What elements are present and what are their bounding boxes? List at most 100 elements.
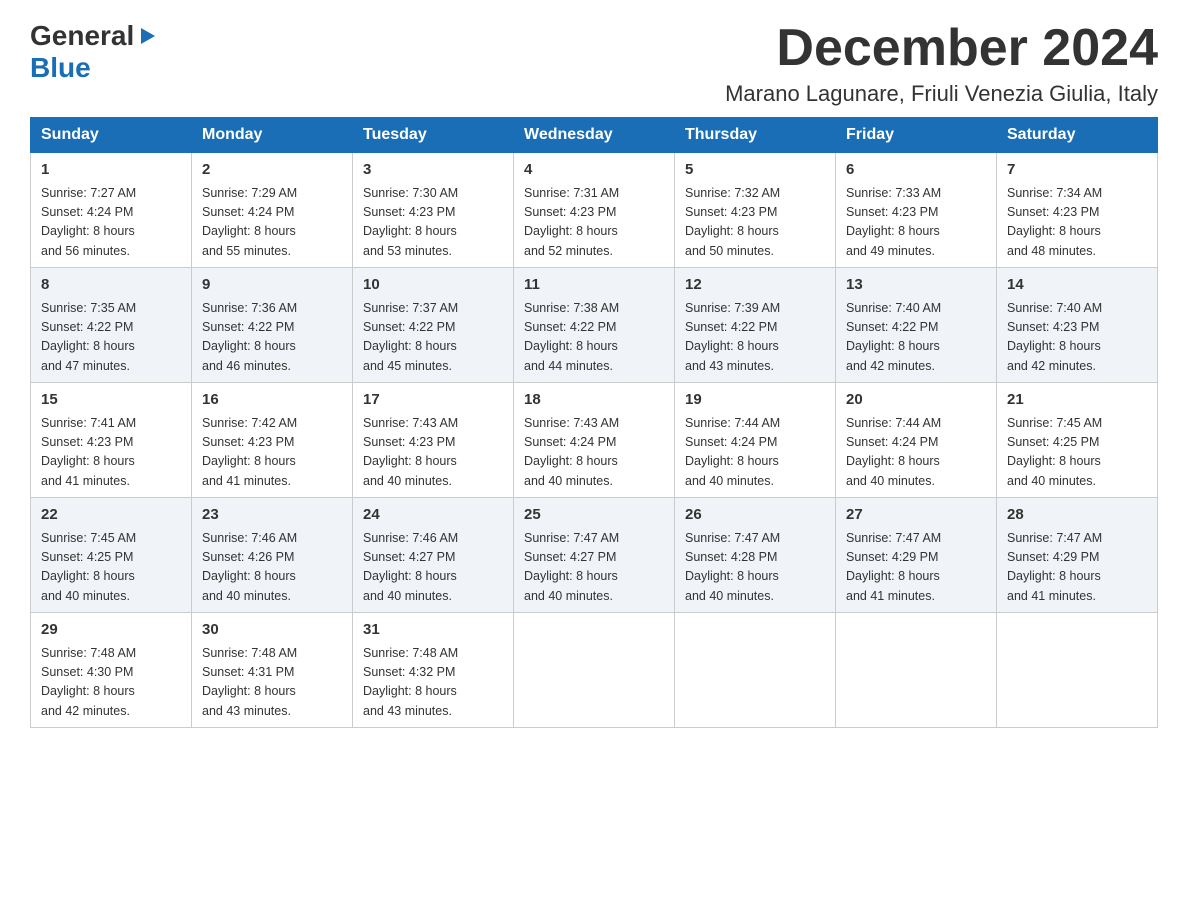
day-info: Sunrise: 7:40 AMSunset: 4:22 PMDaylight:… (846, 299, 986, 377)
logo-blue: Blue (30, 52, 91, 83)
day-info: Sunrise: 7:33 AMSunset: 4:23 PMDaylight:… (846, 184, 986, 262)
calendar-week-row: 8Sunrise: 7:35 AMSunset: 4:22 PMDaylight… (31, 268, 1158, 383)
calendar-cell: 14Sunrise: 7:40 AMSunset: 4:23 PMDayligh… (997, 268, 1158, 383)
day-number: 16 (202, 389, 342, 412)
day-info: Sunrise: 7:40 AMSunset: 4:23 PMDaylight:… (1007, 299, 1147, 377)
calendar-cell: 13Sunrise: 7:40 AMSunset: 4:22 PMDayligh… (836, 268, 997, 383)
day-info: Sunrise: 7:27 AMSunset: 4:24 PMDaylight:… (41, 184, 181, 262)
calendar-cell: 28Sunrise: 7:47 AMSunset: 4:29 PMDayligh… (997, 498, 1158, 613)
calendar-cell (514, 613, 675, 728)
day-info: Sunrise: 7:38 AMSunset: 4:22 PMDaylight:… (524, 299, 664, 377)
calendar-cell (997, 613, 1158, 728)
day-number: 15 (41, 389, 181, 412)
day-info: Sunrise: 7:47 AMSunset: 4:29 PMDaylight:… (1007, 529, 1147, 607)
day-number: 13 (846, 274, 986, 297)
calendar-cell: 4Sunrise: 7:31 AMSunset: 4:23 PMDaylight… (514, 153, 675, 268)
day-number: 27 (846, 504, 986, 527)
calendar-cell: 15Sunrise: 7:41 AMSunset: 4:23 PMDayligh… (31, 383, 192, 498)
day-number: 21 (1007, 389, 1147, 412)
day-info: Sunrise: 7:44 AMSunset: 4:24 PMDaylight:… (846, 414, 986, 492)
logo-arrow-icon (139, 27, 157, 50)
logo-general: General (30, 20, 134, 52)
day-info: Sunrise: 7:36 AMSunset: 4:22 PMDaylight:… (202, 299, 342, 377)
weekday-header-saturday: Saturday (997, 118, 1158, 153)
calendar-cell: 19Sunrise: 7:44 AMSunset: 4:24 PMDayligh… (675, 383, 836, 498)
calendar-cell (836, 613, 997, 728)
day-info: Sunrise: 7:47 AMSunset: 4:29 PMDaylight:… (846, 529, 986, 607)
day-number: 20 (846, 389, 986, 412)
calendar-week-row: 15Sunrise: 7:41 AMSunset: 4:23 PMDayligh… (31, 383, 1158, 498)
title-section: December 2024 Marano Lagunare, Friuli Ve… (725, 20, 1158, 107)
day-info: Sunrise: 7:30 AMSunset: 4:23 PMDaylight:… (363, 184, 503, 262)
day-info: Sunrise: 7:43 AMSunset: 4:24 PMDaylight:… (524, 414, 664, 492)
calendar-cell: 21Sunrise: 7:45 AMSunset: 4:25 PMDayligh… (997, 383, 1158, 498)
day-info: Sunrise: 7:42 AMSunset: 4:23 PMDaylight:… (202, 414, 342, 492)
day-number: 22 (41, 504, 181, 527)
day-info: Sunrise: 7:29 AMSunset: 4:24 PMDaylight:… (202, 184, 342, 262)
day-number: 23 (202, 504, 342, 527)
calendar-cell: 9Sunrise: 7:36 AMSunset: 4:22 PMDaylight… (192, 268, 353, 383)
day-number: 1 (41, 159, 181, 182)
calendar-table: SundayMondayTuesdayWednesdayThursdayFrid… (30, 117, 1158, 728)
day-info: Sunrise: 7:48 AMSunset: 4:32 PMDaylight:… (363, 644, 503, 722)
day-info: Sunrise: 7:41 AMSunset: 4:23 PMDaylight:… (41, 414, 181, 492)
day-number: 2 (202, 159, 342, 182)
day-number: 25 (524, 504, 664, 527)
calendar-cell: 26Sunrise: 7:47 AMSunset: 4:28 PMDayligh… (675, 498, 836, 613)
day-info: Sunrise: 7:47 AMSunset: 4:27 PMDaylight:… (524, 529, 664, 607)
day-info: Sunrise: 7:39 AMSunset: 4:22 PMDaylight:… (685, 299, 825, 377)
weekday-header-wednesday: Wednesday (514, 118, 675, 153)
calendar-cell: 23Sunrise: 7:46 AMSunset: 4:26 PMDayligh… (192, 498, 353, 613)
calendar-cell: 1Sunrise: 7:27 AMSunset: 4:24 PMDaylight… (31, 153, 192, 268)
weekday-header-friday: Friday (836, 118, 997, 153)
day-info: Sunrise: 7:48 AMSunset: 4:30 PMDaylight:… (41, 644, 181, 722)
day-info: Sunrise: 7:34 AMSunset: 4:23 PMDaylight:… (1007, 184, 1147, 262)
day-info: Sunrise: 7:47 AMSunset: 4:28 PMDaylight:… (685, 529, 825, 607)
weekday-header-sunday: Sunday (31, 118, 192, 153)
day-number: 8 (41, 274, 181, 297)
calendar-cell: 22Sunrise: 7:45 AMSunset: 4:25 PMDayligh… (31, 498, 192, 613)
calendar-cell: 3Sunrise: 7:30 AMSunset: 4:23 PMDaylight… (353, 153, 514, 268)
day-info: Sunrise: 7:37 AMSunset: 4:22 PMDaylight:… (363, 299, 503, 377)
calendar-week-row: 1Sunrise: 7:27 AMSunset: 4:24 PMDaylight… (31, 153, 1158, 268)
weekday-header-row: SundayMondayTuesdayWednesdayThursdayFrid… (31, 118, 1158, 153)
calendar-cell: 17Sunrise: 7:43 AMSunset: 4:23 PMDayligh… (353, 383, 514, 498)
day-number: 17 (363, 389, 503, 412)
calendar-cell: 10Sunrise: 7:37 AMSunset: 4:22 PMDayligh… (353, 268, 514, 383)
calendar-cell: 24Sunrise: 7:46 AMSunset: 4:27 PMDayligh… (353, 498, 514, 613)
day-number: 12 (685, 274, 825, 297)
day-number: 18 (524, 389, 664, 412)
calendar-cell: 2Sunrise: 7:29 AMSunset: 4:24 PMDaylight… (192, 153, 353, 268)
day-number: 4 (524, 159, 664, 182)
day-number: 10 (363, 274, 503, 297)
day-info: Sunrise: 7:45 AMSunset: 4:25 PMDaylight:… (1007, 414, 1147, 492)
calendar-cell: 27Sunrise: 7:47 AMSunset: 4:29 PMDayligh… (836, 498, 997, 613)
weekday-header-thursday: Thursday (675, 118, 836, 153)
day-number: 6 (846, 159, 986, 182)
day-number: 9 (202, 274, 342, 297)
day-number: 30 (202, 619, 342, 642)
calendar-cell (675, 613, 836, 728)
calendar-cell: 6Sunrise: 7:33 AMSunset: 4:23 PMDaylight… (836, 153, 997, 268)
weekday-header-tuesday: Tuesday (353, 118, 514, 153)
day-number: 11 (524, 274, 664, 297)
calendar-cell: 20Sunrise: 7:44 AMSunset: 4:24 PMDayligh… (836, 383, 997, 498)
calendar-cell: 11Sunrise: 7:38 AMSunset: 4:22 PMDayligh… (514, 268, 675, 383)
day-info: Sunrise: 7:46 AMSunset: 4:26 PMDaylight:… (202, 529, 342, 607)
day-number: 24 (363, 504, 503, 527)
calendar-cell: 18Sunrise: 7:43 AMSunset: 4:24 PMDayligh… (514, 383, 675, 498)
calendar-cell: 30Sunrise: 7:48 AMSunset: 4:31 PMDayligh… (192, 613, 353, 728)
day-number: 31 (363, 619, 503, 642)
calendar-week-row: 29Sunrise: 7:48 AMSunset: 4:30 PMDayligh… (31, 613, 1158, 728)
day-info: Sunrise: 7:32 AMSunset: 4:23 PMDaylight:… (685, 184, 825, 262)
location-title: Marano Lagunare, Friuli Venezia Giulia, … (725, 81, 1158, 107)
calendar-cell: 7Sunrise: 7:34 AMSunset: 4:23 PMDaylight… (997, 153, 1158, 268)
calendar-cell: 16Sunrise: 7:42 AMSunset: 4:23 PMDayligh… (192, 383, 353, 498)
calendar-cell: 29Sunrise: 7:48 AMSunset: 4:30 PMDayligh… (31, 613, 192, 728)
day-number: 3 (363, 159, 503, 182)
day-number: 5 (685, 159, 825, 182)
calendar-cell: 31Sunrise: 7:48 AMSunset: 4:32 PMDayligh… (353, 613, 514, 728)
calendar-cell: 12Sunrise: 7:39 AMSunset: 4:22 PMDayligh… (675, 268, 836, 383)
day-number: 19 (685, 389, 825, 412)
logo: General Blue (30, 20, 157, 84)
